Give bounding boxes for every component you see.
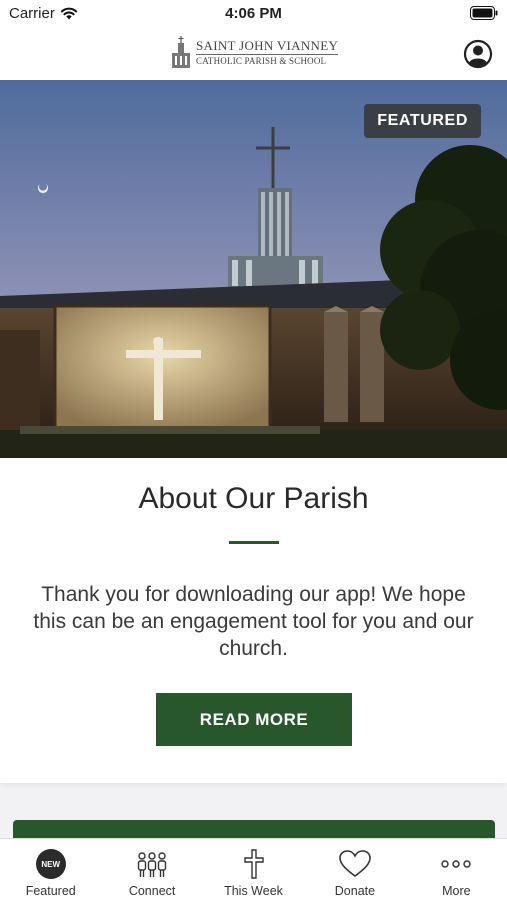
- tab-label: This Week: [224, 884, 283, 898]
- tab-label: Donate: [334, 884, 376, 898]
- more-dots-icon: [441, 860, 472, 868]
- tab-label: Featured: [25, 884, 76, 898]
- tab-bar: NEW Featured Connect This Week Donate Mo…: [0, 838, 507, 901]
- tab-more[interactable]: More: [406, 839, 507, 901]
- title-divider: [229, 541, 279, 544]
- about-parish-card: About Our Parish Thank you for downloadi…: [0, 458, 507, 783]
- tab-donate[interactable]: Donate: [304, 839, 405, 901]
- tab-label: Connect: [128, 884, 176, 898]
- read-more-button[interactable]: READ MORE: [156, 693, 352, 746]
- new-badge-icon: NEW: [35, 849, 66, 879]
- parish-logo: SAINT JOHN VIANNEY CATHOLIC PARISH & SCH…: [170, 36, 339, 68]
- tab-featured[interactable]: NEW Featured: [0, 839, 101, 901]
- card-title: About Our Parish: [138, 482, 369, 515]
- profile-icon[interactable]: [463, 39, 493, 69]
- battery-icon: [470, 6, 498, 20]
- logo-subtitle: CATHOLIC PARISH & SCHOOL: [196, 55, 327, 66]
- cross-icon: [243, 849, 264, 879]
- status-bar: Carrier 4:06 PM: [0, 0, 507, 28]
- featured-hero-image[interactable]: FEATURED: [0, 80, 507, 458]
- card-body-text: Thank you for downloading our app! We ho…: [33, 583, 474, 660]
- heart-icon: [339, 850, 371, 877]
- tab-this-week[interactable]: This Week: [203, 839, 304, 901]
- app-header: SAINT JOHN VIANNEY CATHOLIC PARISH & SCH…: [0, 28, 507, 81]
- people-icon: [137, 852, 167, 877]
- tab-label: More: [442, 884, 471, 898]
- logo-title: SAINT JOHN VIANNEY: [196, 37, 339, 55]
- tab-connect[interactable]: Connect: [101, 839, 202, 901]
- featured-badge: FEATURED: [364, 104, 481, 138]
- clock: 4:06 PM: [225, 5, 282, 22]
- church-logo-icon: [172, 36, 190, 68]
